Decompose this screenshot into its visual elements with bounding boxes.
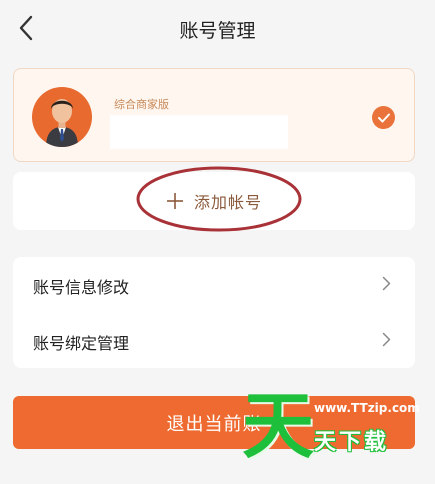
account-name-redacted <box>110 115 288 149</box>
check-icon <box>372 106 395 129</box>
chevron-right-icon <box>382 276 391 291</box>
menu-item-label: 账号信息修改 <box>33 278 130 297</box>
avatar <box>32 87 92 147</box>
menu-item-account-binding[interactable]: 账号绑定管理 <box>13 313 415 368</box>
watermark-text: 天下载 <box>314 430 390 455</box>
highlight-ellipse <box>136 166 302 232</box>
account-menu: 账号信息修改 账号绑定管理 <box>13 257 415 368</box>
page-title: 账号管理 <box>179 20 256 42</box>
watermark-url: www.TTzip.com <box>314 401 420 415</box>
menu-item-edit-account-info[interactable]: 账号信息修改 <box>13 257 415 312</box>
top-bar: 账号管理 <box>0 0 435 58</box>
current-account-card[interactable]: 综合商家版 <box>13 68 415 162</box>
chevron-right-icon <box>382 332 391 347</box>
watermark-big-char: 天 <box>242 384 315 468</box>
watermark-logo: 天 www.TTzip.com 天下载 <box>240 384 430 480</box>
menu-item-label: 账号绑定管理 <box>33 334 130 353</box>
edition-label: 综合商家版 <box>114 98 169 111</box>
